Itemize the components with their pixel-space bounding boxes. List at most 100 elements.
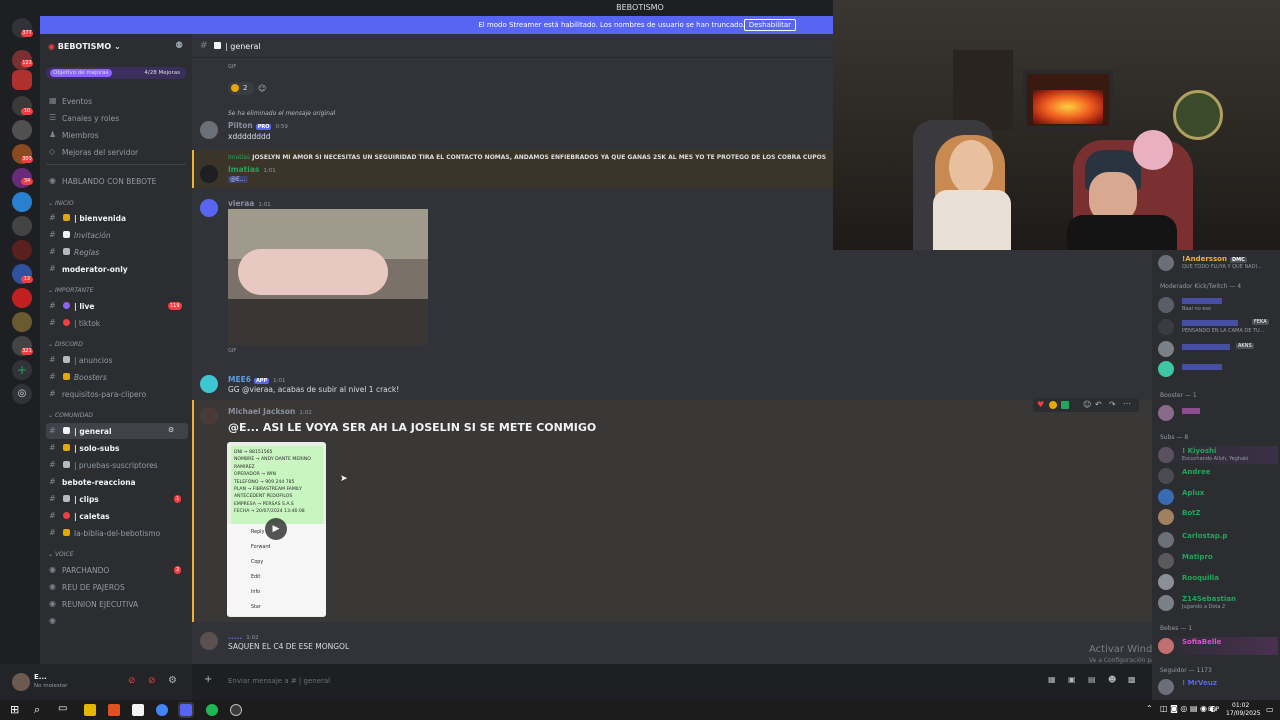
emoji-picker-icon[interactable]: ▩ — [1128, 675, 1136, 684]
message-author[interactable]: Pilton PRO 0:59 — [228, 121, 288, 130]
message-input[interactable]: Enviar mensaje a # | general — [228, 677, 330, 685]
video-attachment[interactable]: DNI → 88151565 NOMBRE → ANDY DANTE MERINO… — [227, 442, 326, 617]
member-row[interactable]: FEKA PENSANDO EN LA CAMA DE TU... — [1158, 318, 1278, 336]
voice-reunion[interactable]: ◉ REUNION EJECUTIVA — [40, 596, 192, 612]
add-reaction-icon[interactable]: ☺ — [258, 84, 266, 93]
obs-icon[interactable] — [230, 704, 242, 716]
member-row[interactable]: ! MrVeuz — [1158, 678, 1278, 696]
channel-bienvenida[interactable]: # | bienvenida — [40, 210, 192, 226]
category-voice[interactable]: ⌄ VOICE — [48, 551, 74, 558]
gift-icon[interactable]: ▣ — [1068, 675, 1076, 684]
voice-reu[interactable]: ◉ REU DE PAJEROS — [40, 579, 192, 595]
windows-start-icon[interactable]: ⊞ — [10, 703, 19, 716]
channel-bebote-reacciona[interactable]: # bebote-reacciona — [40, 474, 192, 490]
server-icon[interactable] — [12, 288, 32, 308]
emoji-icon[interactable] — [1049, 401, 1057, 409]
forward-icon[interactable]: ↷ — [1109, 400, 1116, 409]
member-row[interactable]: AKNS — [1158, 340, 1278, 358]
member-row[interactable]: Baal no eso — [1158, 296, 1278, 314]
category-inicio[interactable]: ⌄ INICIO — [48, 200, 74, 207]
server-icon[interactable] — [12, 120, 32, 140]
channel-boosters[interactable]: # Boosters — [40, 369, 192, 385]
menu-events[interactable]: ▦ Eventos — [40, 93, 192, 109]
mic-muted-icon[interactable]: ⊘ — [128, 676, 136, 686]
member-row[interactable]: !Andersson DMC QUE TODO FLUYA Y QUE NADI..… — [1158, 254, 1278, 272]
channel-pruebas[interactable]: # | pruebas-suscriptores — [40, 457, 192, 473]
category-importante[interactable]: ⌄ IMPORTANTE — [48, 287, 94, 294]
channel-anuncios[interactable]: # | anuncios — [40, 352, 192, 368]
store-icon[interactable] — [132, 704, 144, 716]
gif-image[interactable] — [228, 209, 428, 345]
channel-general[interactable]: # | general ⚙ — [46, 423, 188, 439]
channel-clips[interactable]: # | clips 1 — [40, 491, 192, 507]
clock-time[interactable]: 01:02 — [1232, 702, 1249, 709]
channel-hablando[interactable]: ◉ HABLANDO CON BEBOTE — [40, 173, 192, 189]
channel-reglas[interactable]: # Reglas — [40, 244, 192, 260]
member-row[interactable]: Andree — [1158, 467, 1278, 485]
server-icon[interactable] — [12, 240, 32, 260]
channel-tiktok[interactable]: # | tiktok — [40, 315, 192, 331]
notification-icon[interactable]: ▭ — [1266, 705, 1274, 714]
server-icon-bebotismo[interactable] — [12, 70, 32, 90]
reply-preview[interactable]: Se ha eliminado el mensaje original — [228, 110, 335, 117]
gear-icon[interactable]: ⚙ — [168, 675, 177, 686]
more-icon[interactable]: ⋯ — [1123, 399, 1131, 408]
menu-members[interactable]: ♟ Miembros — [40, 127, 192, 143]
member-row[interactable]: Matipro — [1158, 552, 1278, 570]
language-indicator[interactable]: ESP — [1208, 706, 1219, 713]
tray-chevron-icon[interactable]: ⌃ — [1146, 704, 1153, 713]
avatar[interactable] — [200, 121, 218, 139]
reaction-pill[interactable]: 2 — [228, 82, 254, 95]
heart-icon[interactable]: ♥ — [1037, 400, 1044, 409]
message-author[interactable]: Imatias 1:01 — [228, 165, 276, 174]
file-explorer-icon[interactable] — [84, 704, 96, 716]
server-icon[interactable] — [12, 312, 32, 332]
server-icon[interactable] — [12, 192, 32, 212]
voice-parchando[interactable]: ◉ PARCHANDO 2 — [40, 562, 192, 578]
user-mention[interactable]: @E... — [228, 176, 248, 183]
reply-preview[interactable]: Imatias JOSELYN MI AMOR SI NECESITAS UN … — [228, 154, 826, 161]
explore-icon[interactable]: ◎ — [12, 384, 32, 404]
category-comunidad[interactable]: ⌄ COMUNIDAD — [48, 412, 93, 419]
avatar[interactable] — [200, 632, 218, 650]
channel-invitacion[interactable]: # Invitación — [40, 227, 192, 243]
member-row[interactable]: ! Kiyoshi Escuchando Alloh, Yeghaki — [1158, 446, 1278, 464]
member-row[interactable]: Z14Sebastian Jugando a Dota 2 — [1158, 594, 1278, 612]
gif-icon[interactable]: ▤ — [1088, 675, 1096, 684]
invite-icon[interactable]: ⚉ — [175, 41, 183, 51]
task-view-icon[interactable]: ▭ — [58, 703, 67, 714]
category-discord[interactable]: ⌄ DISCORD — [48, 341, 83, 348]
sticker-icon[interactable]: ☻ — [1108, 675, 1116, 684]
message-author[interactable]: vieraa 1:01 — [228, 199, 271, 208]
member-row[interactable]: BotZ — [1158, 508, 1278, 526]
member-row[interactable]: Carlostap.p — [1158, 531, 1278, 549]
add-server-icon[interactable]: + — [12, 360, 32, 380]
search-icon[interactable]: ⌕ — [34, 703, 40, 717]
apps-icon[interactable]: ▦ — [1048, 675, 1056, 684]
channel-moderator-only[interactable]: # moderator-only — [40, 261, 192, 277]
clock-date[interactable]: 17/09/2025 — [1226, 710, 1261, 717]
server-name[interactable]: ◉ BEBOTISMO ⌄ — [48, 42, 121, 51]
discord-avatar-icon[interactable] — [200, 199, 218, 217]
settings-icon[interactable]: ⚙ — [168, 426, 174, 434]
chrome-icon[interactable] — [156, 704, 168, 716]
message-author[interactable]: ..... 1:02 — [228, 632, 259, 641]
avatar[interactable] — [12, 673, 30, 691]
channel-live[interactable]: # | live 119 — [40, 298, 192, 314]
add-reaction-icon[interactable]: ☺ — [1083, 400, 1091, 409]
avatar[interactable] — [200, 375, 218, 393]
member-row[interactable]: Aplux — [1158, 488, 1278, 506]
voice-channel[interactable]: ◉ — [40, 613, 192, 629]
member-row[interactable] — [1158, 360, 1278, 378]
play-icon[interactable]: ▶ — [265, 518, 287, 540]
spotify-icon[interactable] — [206, 704, 218, 716]
avatar[interactable] — [200, 407, 218, 425]
attach-plus-icon[interactable]: + — [204, 674, 212, 685]
member-row[interactable]: SofiaBelle — [1158, 637, 1278, 655]
member-row[interactable]: Rooquilla — [1158, 573, 1278, 591]
reply-icon[interactable]: ↶ — [1095, 400, 1102, 409]
member-row[interactable] — [1158, 404, 1278, 422]
channel-solo-subs[interactable]: # | solo-subs — [40, 440, 192, 456]
discord-icon[interactable] — [178, 702, 194, 718]
menu-server-boost[interactable]: ◇ Mejoras del servidor — [40, 144, 192, 160]
